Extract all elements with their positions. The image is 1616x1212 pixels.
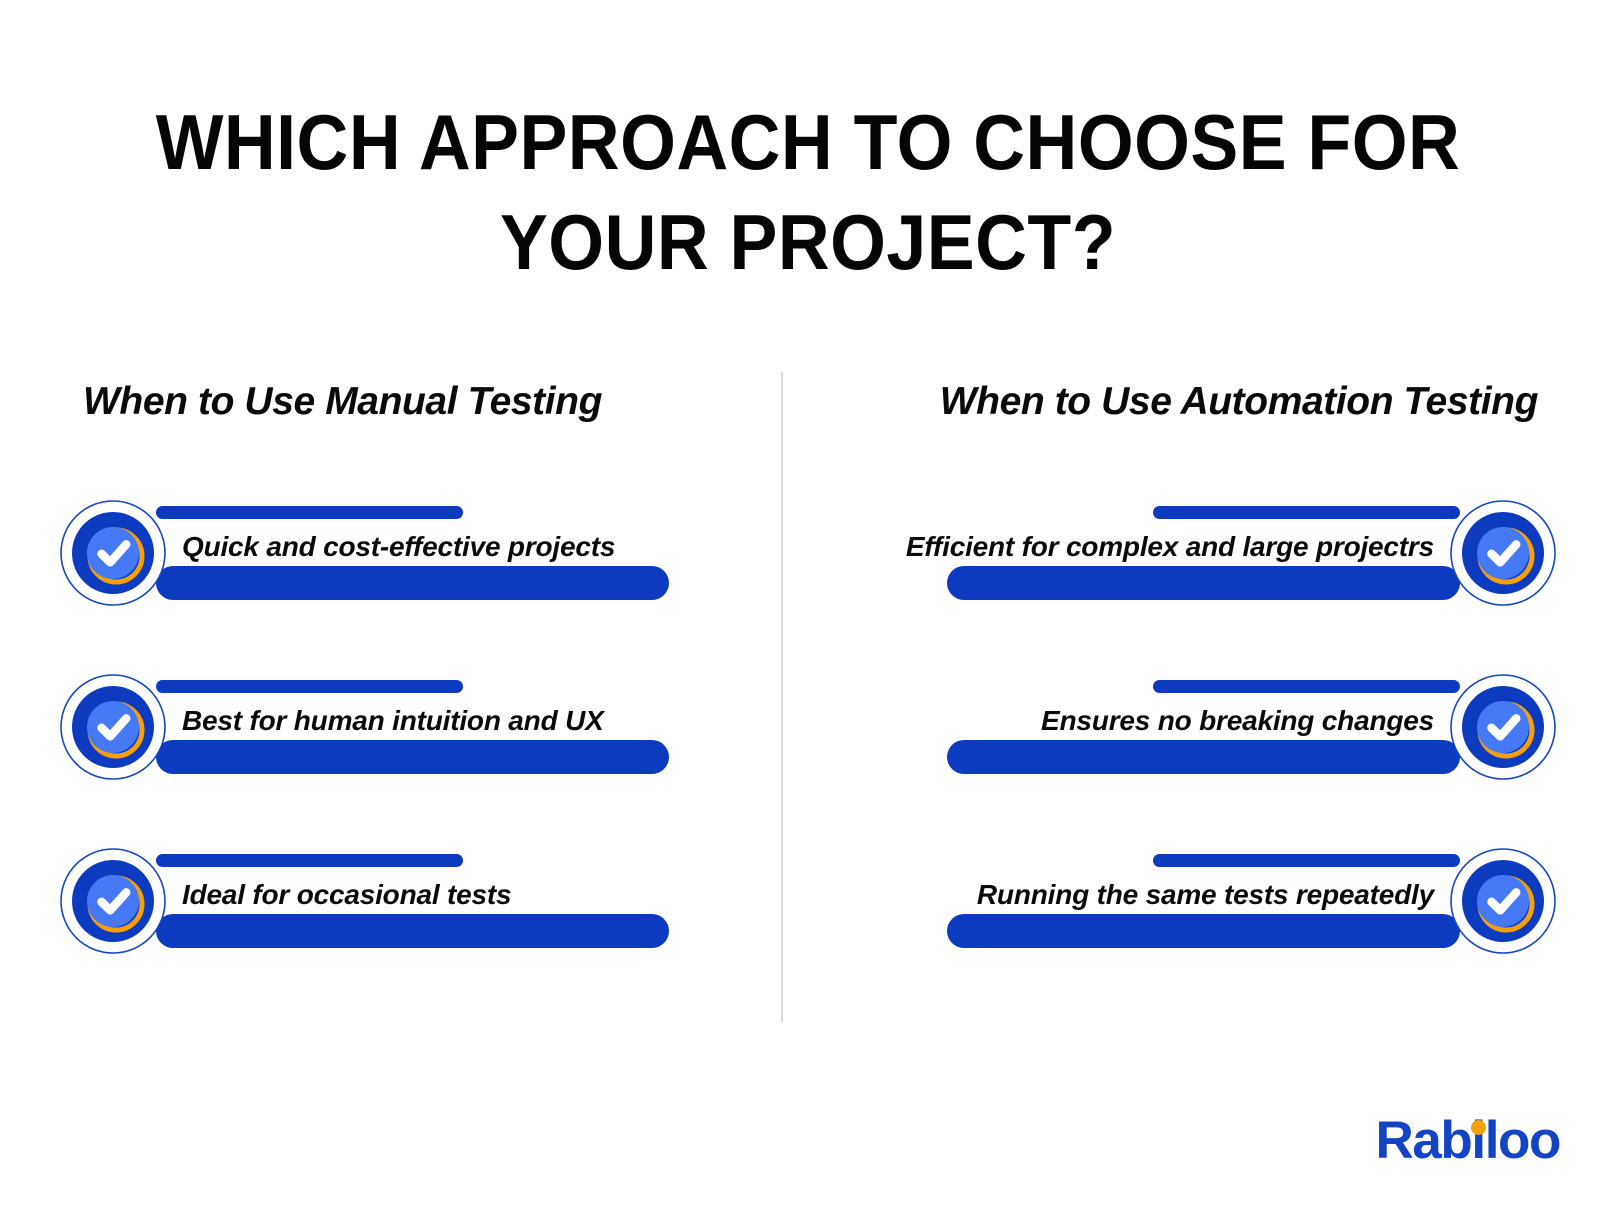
infographic-canvas: WHICH APPROACH TO CHOOSE FOR YOUR PROJEC…: [0, 0, 1616, 1212]
logo-text-part1: Rab: [1375, 1111, 1472, 1170]
logo-i-letter: i: [1470, 1111, 1486, 1170]
check-badge-icon: [1450, 848, 1556, 954]
accent-bar-top: [1153, 506, 1460, 519]
accent-bar-top: [156, 680, 463, 693]
manual-testing-column: When to Use Manual Testing Quick and cos…: [60, 372, 760, 1012]
manual-testing-list: Quick and cost-effective projects Best f…: [60, 490, 760, 963]
list-item[interactable]: Best for human intuition and UX: [60, 664, 760, 789]
column-divider: [781, 372, 783, 1022]
list-item[interactable]: Quick and cost-effective projects: [60, 490, 760, 615]
title-line-2: YOUR PROJECT?: [499, 198, 1116, 286]
title-line-1: WHICH APPROACH TO CHOOSE FOR: [155, 98, 1461, 186]
check-badge-icon: [60, 848, 166, 954]
accent-bar-bottom: [947, 740, 1460, 774]
list-item-label: Quick and cost-effective projects: [182, 531, 616, 562]
automation-testing-list: Efficient for complex and large projectr…: [856, 490, 1556, 963]
accent-bar-bottom: [156, 740, 669, 774]
check-badge-icon: [1450, 674, 1556, 780]
accent-bar-top: [156, 854, 463, 867]
logo-text-part3: loo: [1484, 1111, 1562, 1170]
list-item-label: Running the same tests repeatedly: [976, 879, 1434, 910]
accent-bar-top: [1153, 854, 1460, 867]
check-badge-icon: [1450, 500, 1556, 606]
list-item-label: Ensures no breaking changes: [1041, 705, 1434, 736]
logo-orange-dot-icon: [1470, 1120, 1486, 1135]
list-item-label: Best for human intuition and UX: [182, 705, 604, 736]
automation-testing-column: When to Use Automation Testing Efficient…: [856, 372, 1556, 1012]
accent-bar-bottom: [156, 914, 669, 948]
list-item-label: Ideal for occasional tests: [182, 879, 512, 910]
rabiloo-logo[interactable]: Rabi loo: [1375, 1110, 1562, 1172]
list-item[interactable]: Ideal for occasional tests: [60, 838, 760, 963]
manual-testing-heading: When to Use Manual Testing: [83, 380, 603, 423]
accent-bar-bottom: [947, 566, 1460, 600]
list-item[interactable]: Ensures no breaking changes: [856, 664, 1556, 789]
list-item[interactable]: Running the same tests repeatedly: [856, 838, 1556, 963]
accent-bar-bottom: [947, 914, 1460, 948]
accent-bar-top: [1153, 680, 1460, 693]
list-item-label: Efficient for complex and large projectr…: [905, 531, 1434, 562]
check-badge-icon: [60, 500, 166, 606]
check-badge-icon: [60, 674, 166, 780]
accent-bar-bottom: [156, 566, 669, 600]
page-title: WHICH APPROACH TO CHOOSE FOR YOUR PROJEC…: [0, 92, 1616, 292]
accent-bar-top: [156, 506, 463, 519]
automation-testing-heading: When to Use Automation Testing: [939, 380, 1539, 423]
list-item[interactable]: Efficient for complex and large projectr…: [856, 490, 1556, 615]
